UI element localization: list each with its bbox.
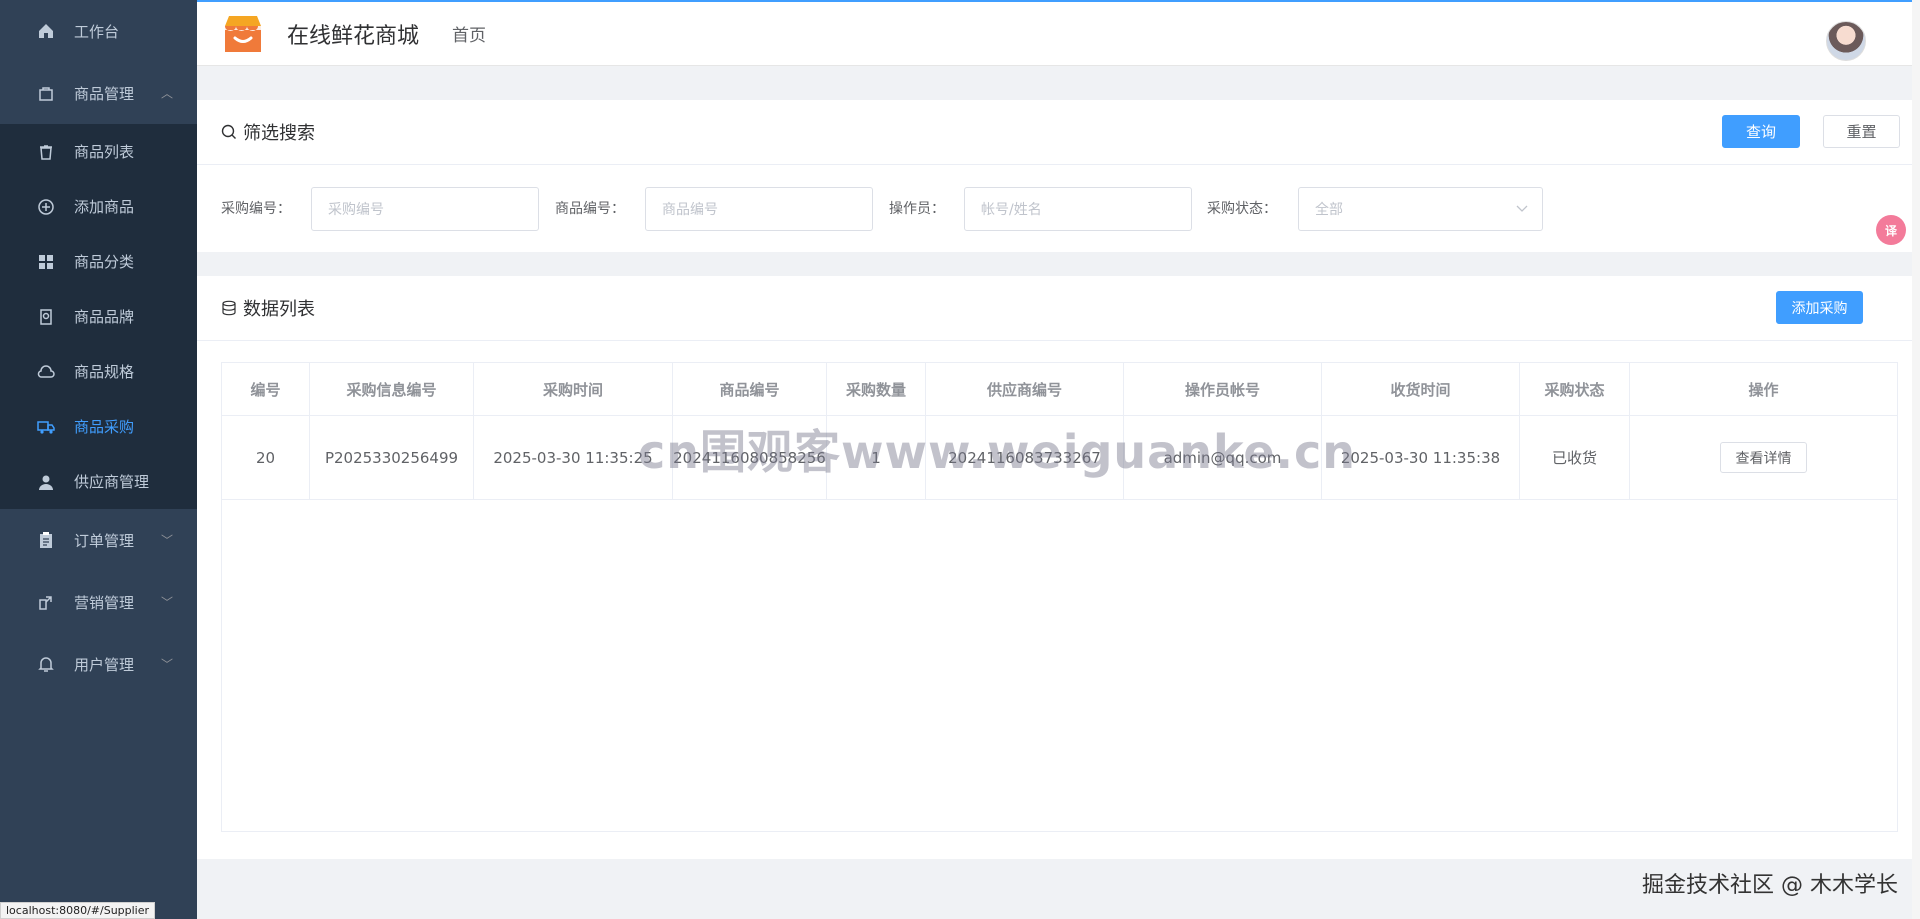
- table-cell: 2024116080858256: [673, 416, 827, 499]
- sidebar-item-product-spec[interactable]: 商品规格: [0, 344, 197, 399]
- table-cell: 2025-03-30 11:35:38: [1322, 416, 1520, 499]
- table-cell-actions: 查看详情: [1630, 416, 1897, 499]
- table-header-cell: 操作: [1748, 380, 1779, 399]
- table-header-cell: 供应商编号: [926, 363, 1124, 415]
- purchase-no-input[interactable]: 采购编号: [311, 187, 539, 231]
- home-icon: [36, 21, 56, 41]
- operator-input[interactable]: 帐号/姓名: [964, 187, 1192, 231]
- chevron-down-icon: ﹀: [160, 595, 173, 610]
- sidebar-item-product-list[interactable]: 商品列表: [0, 124, 197, 179]
- data-list-card: 数据列表 添加采购 编号 采购信息编号 采购时间 商品编号 采购数量 供应商编号…: [197, 276, 1920, 859]
- sidebar-item-user-management[interactable]: 用户管理 ﹀: [0, 633, 197, 695]
- sidebar-item-product-brand[interactable]: 商品品牌: [0, 289, 197, 344]
- status-url: localhost:8080/#/Supplier: [0, 902, 156, 919]
- chevron-up-icon: ︿: [160, 86, 173, 101]
- chevron-down-icon: ﹀: [160, 533, 173, 548]
- badge-icon: [36, 307, 56, 327]
- sidebar-item-label: 商品采购: [74, 418, 135, 436]
- add-purchase-button[interactable]: 添加采购: [1776, 291, 1863, 324]
- clipboard-icon: [36, 530, 56, 550]
- user-icon: [36, 472, 56, 492]
- query-button[interactable]: 查询: [1722, 115, 1800, 148]
- view-details-button[interactable]: 查看详情: [1720, 442, 1807, 473]
- table-cell: 已收货: [1520, 416, 1630, 499]
- avatar[interactable]: [1826, 21, 1866, 61]
- top-header: 在线鲜花商城 首页: [197, 0, 1920, 66]
- submenu-products: 商品列表 添加商品 商品分类 商品品牌 商品规格 商品采购 供应商管理: [0, 124, 197, 509]
- sidebar-item-product-purchase[interactable]: 商品采购: [0, 399, 197, 454]
- sidebar-item-label: 商品规格: [74, 363, 135, 381]
- purchase-status-select[interactable]: 全部: [1298, 187, 1543, 231]
- sidebar-item-label: 工作台: [74, 22, 120, 41]
- purchase-table: 编号 采购信息编号 采购时间 商品编号 采购数量 供应商编号 操作员帐号 收货时…: [221, 362, 1898, 832]
- sidebar-item-label: 商品管理: [74, 84, 135, 103]
- cloud-icon: [36, 362, 56, 382]
- table-header-cell: 采购时间: [474, 363, 673, 415]
- share-icon: [36, 592, 56, 612]
- sidebar-item-add-product[interactable]: 添加商品: [0, 179, 197, 234]
- nav-home-link[interactable]: 首页: [452, 21, 486, 46]
- sidebar-item-label: 订单管理: [74, 531, 135, 550]
- sidebar-item-label: 商品列表: [74, 143, 135, 161]
- table-row: 20 P2025330256499 2025-03-30 11:35:25 20…: [222, 416, 1897, 500]
- product-no-input[interactable]: 商品编号: [645, 187, 873, 231]
- grid-icon: [36, 252, 56, 272]
- plus-circle-icon: [36, 197, 56, 217]
- sidebar-item-workbench[interactable]: 工作台: [0, 0, 197, 62]
- table-header-cell: 采购状态: [1520, 363, 1630, 415]
- database-icon: [221, 300, 237, 316]
- sidebar-item-supplier-management[interactable]: 供应商管理: [0, 454, 197, 509]
- table-header: 编号 采购信息编号 采购时间 商品编号 采购数量 供应商编号 操作员帐号 收货时…: [222, 363, 1897, 416]
- chevron-down-icon: ﹀: [160, 657, 173, 672]
- footer-credit: 掘金技术社区 @ 木木学长: [1642, 873, 1898, 898]
- list-header: 数据列表 添加采购: [197, 276, 1920, 341]
- bell-icon: [36, 654, 56, 674]
- sidebar-item-order-management[interactable]: 订单管理 ﹀: [0, 509, 197, 571]
- sidebar-item-label: 供应商管理: [74, 473, 150, 491]
- purchase-status-value: 全部: [1315, 202, 1343, 218]
- purchase-no-label: 采购编号：: [221, 201, 291, 217]
- sidebar-item-label: 商品分类: [74, 253, 135, 271]
- shop-logo-icon: [221, 12, 265, 56]
- truck-icon: [36, 417, 56, 437]
- table-cell: 2025-03-30 11:35:25: [474, 416, 673, 499]
- sidebar-item-label: 商品品牌: [74, 308, 135, 326]
- table-header-cell: 商品编号: [673, 363, 827, 415]
- translate-icon[interactable]: 译: [1876, 215, 1906, 245]
- purchase-status-label: 采购状态：: [1207, 201, 1277, 217]
- list-title: 数据列表: [243, 299, 315, 320]
- sidebar-item-label: 用户管理: [74, 655, 135, 674]
- table-header-cell: 采购信息编号: [310, 363, 474, 415]
- table-cell: 20: [222, 416, 310, 499]
- bag-icon: [36, 83, 56, 103]
- scrollbar[interactable]: [1912, 0, 1920, 919]
- table-cell: P2025330256499: [310, 416, 474, 499]
- table-header-cell: 操作员帐号: [1124, 363, 1322, 415]
- table-cell: 1: [827, 416, 926, 499]
- table-header-cell: 编号: [222, 363, 310, 415]
- sidebar-item-label: 营销管理: [74, 593, 135, 612]
- sidebar-item-label: 添加商品: [74, 198, 135, 216]
- table-cell: admin@qq.com: [1124, 416, 1322, 499]
- trash-icon: [36, 142, 56, 162]
- search-icon: [221, 124, 237, 140]
- sidebar-item-marketing-management[interactable]: 营销管理 ﹀: [0, 571, 197, 633]
- chevron-down-icon: [1516, 201, 1528, 217]
- filter-header: 筛选搜索 查询 重置: [197, 100, 1920, 165]
- table-header-cell: 收货时间: [1322, 363, 1520, 415]
- filter-title: 筛选搜索: [243, 123, 315, 144]
- reset-button[interactable]: 重置: [1823, 115, 1900, 148]
- sidebar-item-product-management[interactable]: 商品管理 ︿: [0, 62, 197, 124]
- operator-label: 操作员：: [889, 201, 945, 217]
- product-no-label: 商品编号：: [555, 201, 625, 217]
- site-title: 在线鲜花商城: [287, 23, 420, 49]
- sidebar: 工作台 商品管理 ︿ 商品列表 添加商品 商品分类 商品品牌 商品规格 商品采购…: [0, 0, 197, 919]
- table-header-cell: 采购数量: [827, 363, 926, 415]
- sidebar-item-product-category[interactable]: 商品分类: [0, 234, 197, 289]
- table-cell: 2024116083733267: [926, 416, 1124, 499]
